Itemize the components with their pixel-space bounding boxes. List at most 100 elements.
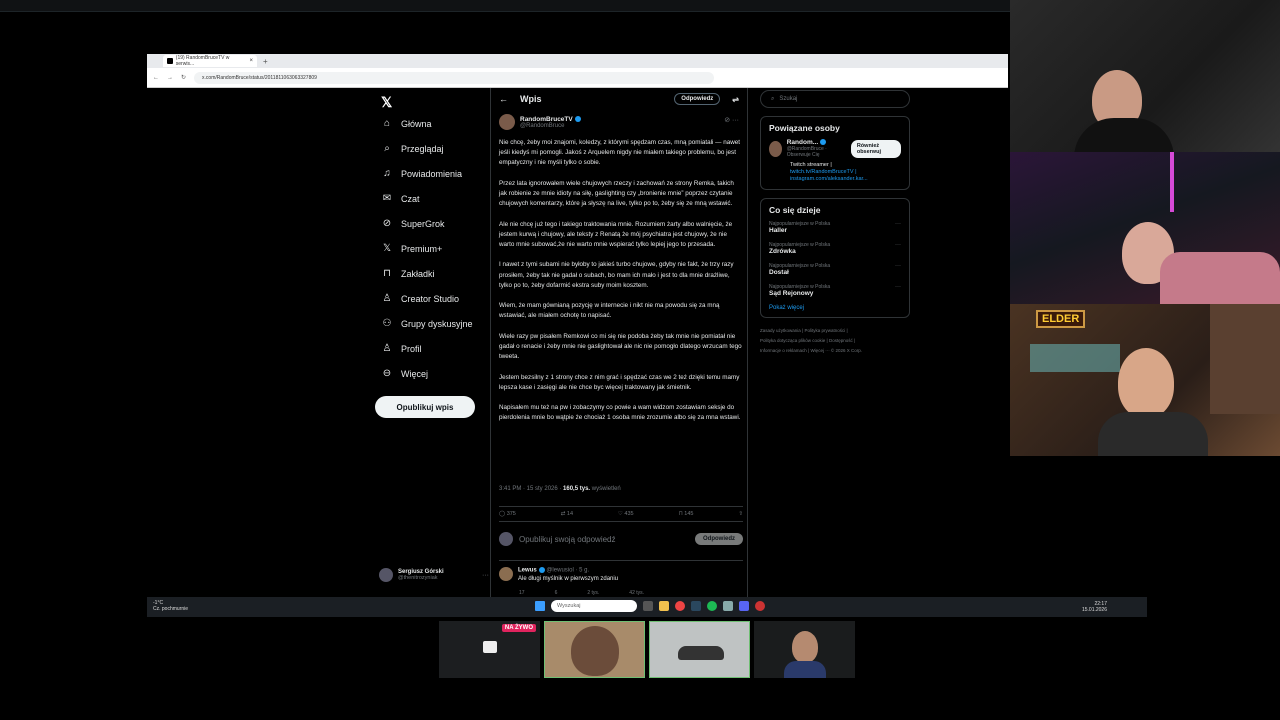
- panel-title: Powiązane osoby: [769, 123, 840, 133]
- windows-start-icon[interactable]: [535, 601, 545, 611]
- webcam-3: ELDER: [1010, 304, 1280, 456]
- more-dots-icon[interactable]: ···: [895, 263, 901, 269]
- show-more-link[interactable]: Pokaż więcej: [769, 305, 901, 311]
- footer-line[interactable]: Zasady użytkowania | Polityka prywatnośc…: [760, 326, 910, 336]
- more-dots-icon[interactable]: ···: [895, 242, 901, 248]
- new-tab-icon[interactable]: +: [263, 57, 268, 66]
- reply-view-count[interactable]: 42 tys.: [629, 590, 644, 596]
- trend-item[interactable]: Najpopularniejsze w Polska Zdrówka ···: [769, 242, 901, 255]
- nav-item-more[interactable]: ⊖ Więcej: [381, 368, 428, 379]
- post-author[interactable]: RandomBruceTV @RandomBruce: [499, 114, 581, 130]
- search-placeholder: Szukaj: [779, 96, 798, 102]
- reply-tweet[interactable]: Lewus @lewusiol · 5 g. Ale długi myślnik…: [499, 560, 743, 596]
- reply-submit-button[interactable]: Odpowiedz: [695, 533, 743, 545]
- taskbar-apps: Wyszukaj: [535, 600, 765, 612]
- nav-item-creator-studio[interactable]: ♙ Creator Studio: [381, 293, 460, 304]
- nav-item-groups[interactable]: ⚇ Grupy dyskusyjne: [381, 318, 473, 329]
- bookmark-icon: ⊓: [383, 268, 391, 279]
- post-paragraph: Nie chcę, żeby moi znajomi, koledzy, z k…: [499, 139, 741, 167]
- weather-widget[interactable]: -1°C Cz. pochmurnie: [153, 600, 188, 612]
- bio-link-twitch[interactable]: twitch.tv/RandomBruceTV |: [790, 169, 901, 176]
- steam-icon[interactable]: [691, 601, 701, 611]
- trend-name: Sąd Rejonowy: [769, 290, 814, 297]
- verified-badge-icon: [820, 139, 827, 146]
- nav-item-notifications[interactable]: ♫ Powiadomienia: [381, 168, 462, 179]
- discord-icon[interactable]: [739, 601, 749, 611]
- back-icon[interactable]: ←: [153, 75, 159, 81]
- trends-panel: Co się dzieje Najpopularniejsze w Polska…: [760, 198, 910, 318]
- more-dots-icon[interactable]: ···: [482, 572, 489, 579]
- more-dots-icon[interactable]: ···: [895, 284, 901, 290]
- trend-item[interactable]: Najpopularniejsze w Polska Haller ···: [769, 221, 901, 234]
- app-icon[interactable]: [723, 601, 733, 611]
- more-dots-icon[interactable]: ···: [895, 221, 901, 227]
- file-explorer-icon[interactable]: [659, 601, 669, 611]
- clock-date: 15.01.2026: [1081, 607, 1107, 613]
- chrome-icon[interactable]: [675, 601, 685, 611]
- reply-reply-count[interactable]: 17: [519, 590, 525, 596]
- thumbnail-car[interactable]: [649, 621, 750, 678]
- nav-item-supergrok[interactable]: ⊘ SuperGrok: [381, 218, 445, 229]
- thumbnail-emote[interactable]: [544, 621, 645, 678]
- back-arrow-icon[interactable]: ←: [499, 94, 508, 104]
- nav-label: Przeglądaj: [401, 143, 444, 154]
- taskbar-clock[interactable]: 22:17 15.01.2026: [1082, 601, 1107, 613]
- reply-like-count[interactable]: 2 tys.: [587, 590, 599, 596]
- thumbnail-screen[interactable]: NA ŻYWO: [439, 621, 540, 678]
- url-text: x.com/RandomBruce/status/201181106306332…: [202, 74, 317, 81]
- person-handle: @RandomBruce · Obserwuje Cię: [786, 146, 827, 158]
- share-icon[interactable]: ⇧: [738, 511, 743, 517]
- taskbar-search-input[interactable]: Wyszukaj: [551, 600, 637, 612]
- reply-repost-count[interactable]: 6: [555, 590, 558, 596]
- post-more-icon[interactable]: ⊘ ···: [724, 116, 739, 124]
- reload-icon[interactable]: ↻: [181, 74, 186, 81]
- reply-author-handle: @lewusiol · 5 g.: [546, 567, 590, 574]
- nav-item-bookmarks[interactable]: ⊓ Zakładki: [381, 268, 435, 279]
- reply-composer[interactable]: Opublikuj swoją odpowiedź Odpowiedz: [499, 528, 743, 550]
- nav-item-chat[interactable]: ✉ Czat: [381, 193, 420, 204]
- person-face: [792, 631, 818, 663]
- nav-item-profile[interactable]: ♙ Profil: [381, 343, 422, 354]
- follow-back-button[interactable]: Również obserwuj: [850, 139, 901, 158]
- bio-link-instagram[interactable]: instagram.com/aleksander.kar...: [790, 176, 901, 183]
- reply-action[interactable]: ◯ 375: [499, 511, 516, 517]
- like-action[interactable]: ♡ 435: [618, 511, 634, 517]
- tab-strip: (19) RandomBruceTV w serwis... × +: [147, 54, 1008, 68]
- nav-item-explore[interactable]: ⌕ Przeglądaj: [381, 143, 444, 154]
- thumbnail-person[interactable]: [754, 621, 855, 678]
- nav-label: Zakładki: [401, 268, 435, 279]
- browser-tab[interactable]: (19) RandomBruceTV w serwis... ×: [163, 55, 257, 67]
- nav-label: Creator Studio: [401, 293, 460, 304]
- post-button[interactable]: Opublikuj wpis: [375, 396, 475, 418]
- nav-label: Więcej: [401, 368, 429, 379]
- neon-light: [1170, 152, 1174, 212]
- task-view-icon[interactable]: [643, 601, 653, 611]
- settings-sliders-icon[interactable]: ⇌: [732, 95, 739, 104]
- footer-line[interactable]: Polityka dotycząca plików cookie | Dostę…: [760, 336, 910, 346]
- forward-icon[interactable]: →: [167, 75, 173, 81]
- nav-item-premium[interactable]: 𝕏 Premium+: [381, 243, 442, 254]
- repost-action[interactable]: ⇄ 14: [561, 511, 573, 517]
- obs-icon[interactable]: [755, 601, 765, 611]
- spotify-icon[interactable]: [707, 601, 717, 611]
- avatar: [499, 114, 515, 130]
- author-name: RandomBruceTV: [520, 115, 573, 123]
- reply-header-button[interactable]: Odpowiedz: [674, 93, 721, 105]
- trend-name: Haller: [769, 227, 788, 234]
- footer-line[interactable]: Informacje o reklamach | Więcej ··· © 20…: [760, 346, 910, 356]
- nav-label: SuperGrok: [401, 218, 445, 229]
- nav-item-home[interactable]: ⌂ Główna: [381, 118, 432, 129]
- related-person[interactable]: Random... @RandomBruce · Obserwuje Cię R…: [769, 139, 901, 158]
- url-input[interactable]: x.com/RandomBruce/status/201181106306332…: [194, 71, 715, 84]
- search-input[interactable]: ⌕ Szukaj: [760, 90, 910, 108]
- creator-icon: ♙: [382, 293, 392, 304]
- trend-item[interactable]: Najpopularniejsze w Polska Dostał ···: [769, 263, 901, 276]
- related-people-panel: Powiązane osoby Random... @RandomBruce ·…: [760, 116, 910, 190]
- bookmark-action[interactable]: ⊓ 145: [678, 511, 693, 517]
- close-tab-icon[interactable]: ×: [249, 58, 253, 64]
- post-time: 3:41 PM · 15 sty 2026 ·: [499, 486, 562, 492]
- trend-item[interactable]: Najpopularniejsze w Polska Sąd Rejonowy ··…: [769, 284, 901, 297]
- x-logo-icon[interactable]: 𝕏: [381, 94, 392, 111]
- account-switcher[interactable]: Sergiusz Górski @thenitrozyniak ···: [379, 568, 489, 582]
- right-sidebar: ⌕ Szukaj Powiązane osoby Random... @Rand…: [760, 88, 910, 356]
